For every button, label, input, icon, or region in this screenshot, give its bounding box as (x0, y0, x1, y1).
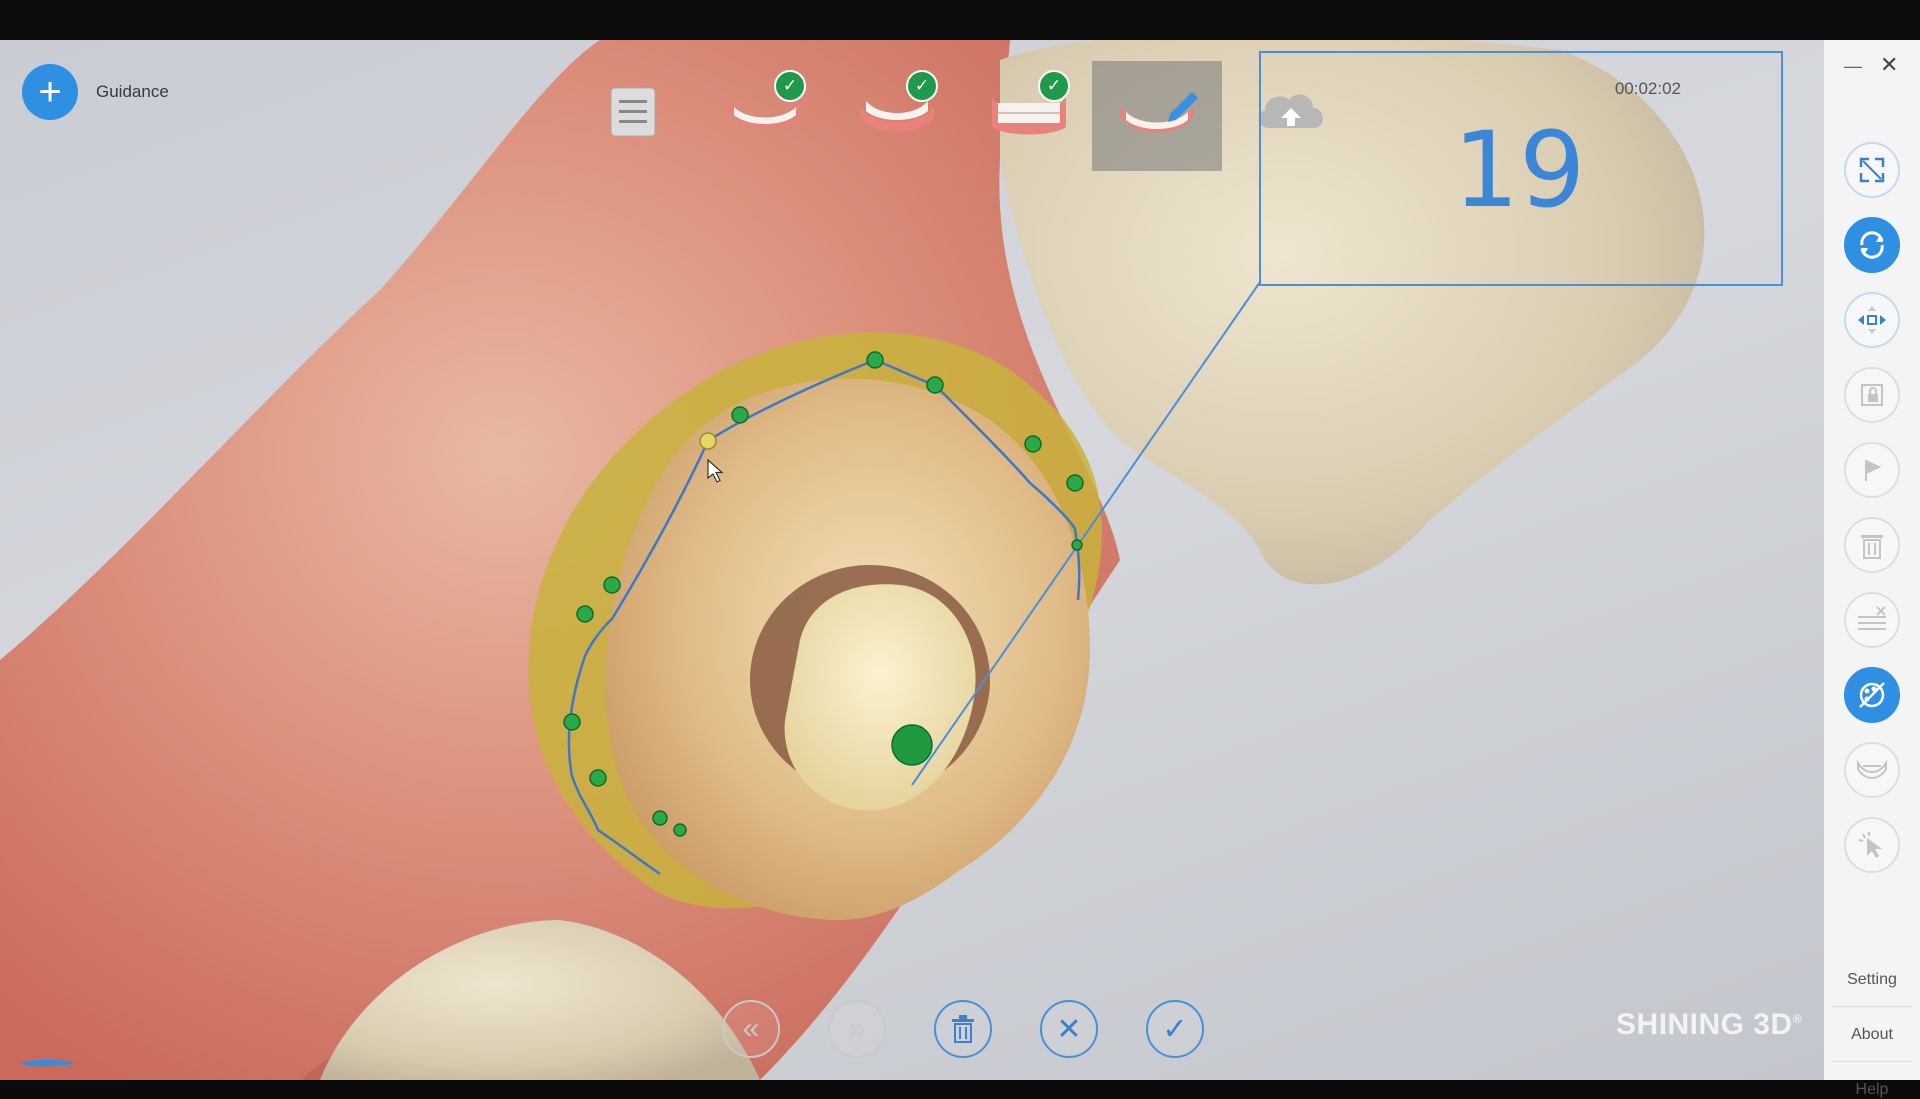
tooth-number: 19 (1453, 109, 1586, 231)
confirm-icon: ✓ (1162, 1012, 1188, 1046)
trash-button[interactable] (1844, 517, 1900, 573)
minimize-button[interactable]: — (1844, 56, 1862, 77)
margin-point (603, 576, 621, 594)
help-link[interactable]: Help (1824, 1081, 1920, 1099)
about-link[interactable]: About (1824, 1026, 1920, 1044)
margin-point (563, 713, 581, 731)
right-tool-panel: — ✕ Setting About Help (1824, 40, 1920, 1098)
select-icon (1858, 832, 1882, 858)
rotate-icon (1860, 231, 1884, 259)
confirm-button[interactable]: ✓ (1146, 1000, 1204, 1058)
divider (1832, 1061, 1912, 1062)
magnifier-panel: 00:02:02 19 (1259, 51, 1783, 286)
pan-button[interactable] (1844, 292, 1900, 348)
cancel-button[interactable]: ✕ (1040, 1000, 1098, 1058)
stage-bite[interactable]: ✓ (974, 62, 1084, 162)
stage-list[interactable] (578, 62, 688, 162)
guidance-label: Guidance (96, 82, 169, 101)
jaw-view-button[interactable] (1844, 742, 1900, 798)
setting-link[interactable]: Setting (1824, 971, 1920, 989)
margin-point (926, 376, 944, 394)
margin-point (731, 406, 749, 424)
guidance-control[interactable]: + Guidance (22, 64, 169, 120)
add-icon[interactable]: + (22, 64, 78, 120)
bottom-toolbar: « » ✕ ✓ (722, 1000, 1204, 1058)
margin-point (576, 605, 594, 623)
check-icon: ✓ (774, 70, 806, 102)
margin-point (1071, 539, 1083, 551)
margin-point (673, 823, 687, 837)
stage-edit-margin[interactable] (1092, 61, 1222, 171)
rotate-button[interactable] (1844, 217, 1900, 273)
list-icon (610, 87, 656, 137)
selected-margin-point (699, 432, 717, 450)
undo-button[interactable]: « (722, 1000, 780, 1058)
fit-view-icon (1859, 157, 1885, 183)
divider (1832, 1006, 1912, 1007)
redo-button[interactable]: » (828, 1000, 886, 1058)
flag-button[interactable] (1844, 442, 1900, 498)
check-icon: ✓ (1038, 70, 1070, 102)
lock-button[interactable] (1844, 367, 1900, 423)
lock-icon (1861, 384, 1883, 406)
edit-margin-icon (1120, 92, 1198, 133)
close-button[interactable]: ✕ (1880, 52, 1898, 78)
3d-viewport[interactable]: + Guidance ✓ ✓ ✓ 00:02:02 19 « » ✕ ✓ SHI… (0, 40, 1824, 1080)
stage-upper-jaw[interactable]: ✓ (710, 62, 820, 162)
color-texture-icon (1859, 682, 1885, 708)
clear-layers-icon (1858, 606, 1886, 630)
undo-icon: « (742, 1012, 760, 1045)
fit-view-button[interactable] (1844, 142, 1900, 198)
scan-timer: 00:02:02 (1614, 79, 1681, 98)
margin-point (866, 351, 884, 369)
redo-icon: » (848, 1012, 866, 1045)
jaw-icon (1857, 759, 1887, 779)
clear-layers-button[interactable] (1844, 592, 1900, 648)
delete-button[interactable] (934, 1000, 992, 1058)
delete-icon (952, 1015, 974, 1043)
title-bar (0, 0, 1920, 40)
margin-point (589, 769, 607, 787)
check-icon: ✓ (906, 70, 938, 102)
margin-point (1066, 474, 1084, 492)
pan-icon (1858, 306, 1886, 334)
flag-icon (1865, 460, 1882, 481)
stage-lower-jaw[interactable]: ✓ (842, 62, 952, 162)
color-texture-button[interactable] (1844, 667, 1900, 723)
brand-logo: SHINING 3D® (1615, 1008, 1802, 1041)
margin-point (652, 810, 668, 826)
active-margin-point (891, 724, 933, 766)
trash-icon (1861, 535, 1883, 559)
scale-indicator (21, 1060, 73, 1066)
cancel-icon: ✕ (1056, 1012, 1082, 1046)
margin-point (1024, 435, 1042, 453)
select-button[interactable] (1844, 817, 1900, 873)
